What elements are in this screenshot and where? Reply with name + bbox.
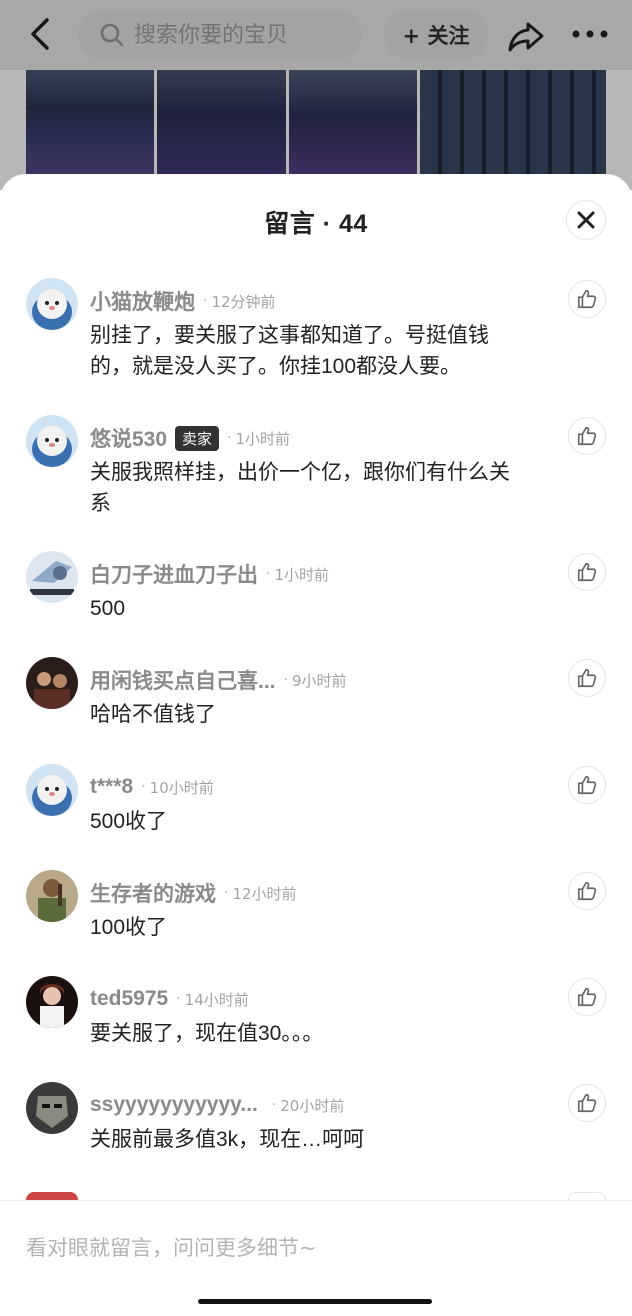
- comment-time: 20小时前: [280, 1096, 345, 1115]
- close-icon: [577, 211, 595, 229]
- comment-time: 9小时前: [291, 671, 347, 690]
- avatar[interactable]: [26, 870, 78, 922]
- separator-dot: ·: [266, 566, 271, 582]
- commenter-name[interactable]: 悠说530: [90, 423, 167, 453]
- comment-text: 别挂了，要关服了这事都知道了。号挺值钱的，就是没人买了。你挂100都没人要。: [90, 324, 489, 378]
- comment-text: 500: [90, 597, 126, 620]
- like-button[interactable]: [568, 766, 606, 804]
- close-button[interactable]: [566, 200, 606, 240]
- thumbs-up-icon: [577, 987, 597, 1007]
- thumbs-up-icon: [577, 289, 597, 309]
- comment-text: 要关服了，现在值30。。。: [90, 1022, 324, 1045]
- thumbs-up-icon: [577, 426, 597, 446]
- sheet-title: 留言 · 44: [264, 210, 368, 238]
- comment-text: 100收了: [90, 916, 168, 939]
- comment-time: 14小时前: [184, 990, 249, 1009]
- commenter-name[interactable]: 用闲钱买点自己喜...: [90, 665, 276, 695]
- separator-dot: ·: [224, 885, 229, 901]
- separator-dot: ·: [203, 293, 208, 309]
- comment-time: 10小时前: [149, 778, 214, 797]
- comment-time: 12小时前: [232, 884, 297, 903]
- comment-text: 500收了: [90, 810, 168, 833]
- thumbs-up-icon: [577, 668, 597, 688]
- comment-time: 1小时前: [274, 565, 329, 584]
- commenter-name[interactable]: ted5975: [90, 987, 168, 1011]
- like-button[interactable]: [568, 872, 606, 910]
- comment-time: 12分钟前: [211, 292, 276, 311]
- commenter-name[interactable]: ssyyyyyyyyyyy...: [90, 1093, 258, 1117]
- commenter-name[interactable]: t***8: [90, 775, 133, 799]
- separator-dot: ·: [176, 991, 181, 1007]
- comment-time: 1小时前: [235, 429, 291, 448]
- avatar[interactable]: [26, 551, 78, 603]
- commenter-name[interactable]: 白刀子进血刀子出: [90, 559, 258, 589]
- commenter-name[interactable]: 小猫放鞭炮: [90, 286, 195, 316]
- avatar[interactable]: [26, 1192, 78, 1200]
- thumbs-up-icon: [577, 775, 597, 795]
- avatar[interactable]: [26, 657, 78, 709]
- like-button[interactable]: [568, 659, 606, 697]
- like-button[interactable]: [568, 1192, 606, 1200]
- comment-text: 关服前最多值3k，现在…呵呵: [90, 1128, 365, 1151]
- avatar[interactable]: [26, 278, 78, 330]
- like-button[interactable]: [568, 553, 606, 591]
- separator-dot: ·: [283, 672, 288, 688]
- thumbs-up-icon: [577, 881, 597, 901]
- separator-dot: ·: [271, 1097, 277, 1113]
- separator-dot: ·: [227, 430, 232, 446]
- home-indicator: [198, 1299, 432, 1304]
- comment-sheet: 留言 · 44 小猫放鞭炮 · 12分钟前 别挂了，要关服了这事都知道了。号挺值…: [0, 174, 632, 1316]
- dim-overlay[interactable]: [0, 0, 632, 190]
- seller-badge: 卖家: [175, 425, 220, 451]
- avatar[interactable]: [26, 764, 78, 816]
- like-button[interactable]: [568, 978, 606, 1016]
- comment-text: 关服我照样挂，出价一个亿，跟你们有什么关系: [90, 461, 510, 515]
- avatar[interactable]: [26, 1082, 78, 1134]
- avatar[interactable]: [26, 976, 78, 1028]
- thumbs-up-icon: [577, 562, 597, 582]
- comment-input-bar: [0, 1200, 632, 1316]
- comment-text: 哈哈不值钱了: [90, 703, 216, 726]
- like-button[interactable]: [568, 280, 606, 318]
- commenter-name[interactable]: 生存者的游戏: [90, 878, 216, 908]
- thumbs-up-icon: [577, 1093, 597, 1113]
- like-button[interactable]: [568, 1084, 606, 1122]
- separator-dot: ·: [141, 779, 146, 795]
- comment-input[interactable]: [26, 1231, 586, 1265]
- like-button[interactable]: [568, 417, 606, 455]
- avatar[interactable]: [26, 415, 78, 467]
